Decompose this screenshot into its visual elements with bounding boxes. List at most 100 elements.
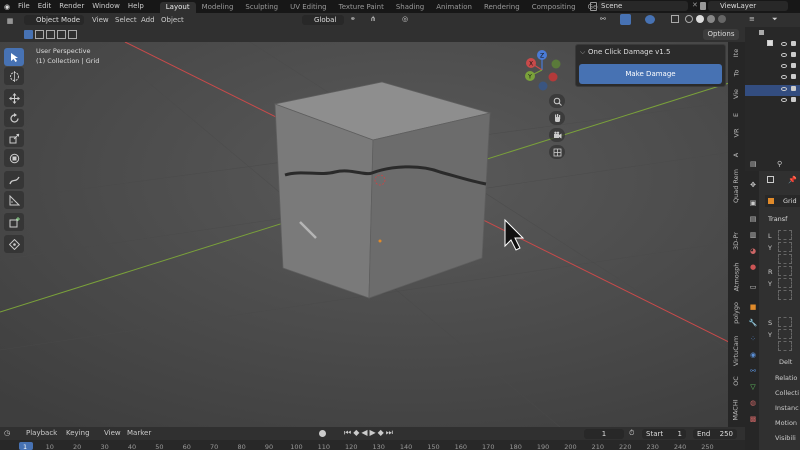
pivot-point-icon[interactable]: ⚭: [350, 15, 356, 23]
menu-view[interactable]: View: [88, 14, 113, 27]
menu-file[interactable]: File: [14, 0, 34, 13]
3d-viewport[interactable]: Z X Y: [0, 42, 745, 427]
location-z-field[interactable]: [778, 254, 792, 264]
start-frame-field[interactable]: Start 1: [642, 429, 686, 439]
close-icon[interactable]: ✕: [692, 1, 698, 9]
tab-e[interactable]: E: [729, 108, 743, 122]
relations-section[interactable]: Relatio: [775, 374, 797, 382]
menu-help[interactable]: Help: [124, 0, 148, 13]
tab-quad-remesher[interactable]: Quad Rem: [729, 166, 743, 206]
workspace-tab-compositing[interactable]: Compositing: [526, 2, 582, 13]
scene-properties-icon[interactable]: ◕: [748, 246, 758, 256]
search-icon[interactable]: ⚲: [777, 160, 782, 168]
select-extend-icon[interactable]: [35, 30, 44, 39]
material-properties-icon[interactable]: ◍: [748, 398, 758, 408]
view-layer-properties-icon[interactable]: ▥: [748, 230, 758, 240]
zoom-icon[interactable]: [549, 94, 565, 108]
tool-properties-icon[interactable]: ✥: [748, 180, 758, 190]
pin-icon[interactable]: 📌: [788, 176, 797, 184]
rotate-tool-icon[interactable]: [4, 109, 24, 127]
timeline-editor-icon[interactable]: ◷: [4, 429, 10, 437]
properties-editor-icon[interactable]: ▤: [750, 160, 757, 168]
measure-tool-icon[interactable]: [4, 191, 24, 209]
select-new-icon[interactable]: [24, 30, 33, 39]
physics-properties-icon[interactable]: ◉: [748, 350, 758, 360]
menu-object[interactable]: Object: [157, 14, 188, 27]
scene-selector[interactable]: Scene: [598, 1, 688, 11]
constraints-properties-icon[interactable]: ⚯: [748, 366, 758, 376]
make-damage-button[interactable]: Make Damage: [579, 64, 722, 84]
workspace-tab-sculpting[interactable]: Sculpting: [239, 2, 284, 13]
tab-a[interactable]: A: [729, 148, 743, 162]
delta-transform-section[interactable]: Delt: [779, 358, 792, 366]
xray-toggle-icon[interactable]: [671, 15, 679, 23]
object-name-field[interactable]: Grid: [783, 197, 797, 205]
eye-icon[interactable]: [781, 64, 787, 68]
menu-marker[interactable]: Marker: [123, 427, 155, 440]
workspace-tab-shading[interactable]: Shading: [390, 2, 430, 13]
annotate-tool-icon[interactable]: [4, 171, 24, 189]
move-tool-icon[interactable]: [4, 89, 24, 107]
instancing-section[interactable]: Instanc: [775, 404, 799, 412]
wireframe-shading-icon[interactable]: [685, 15, 693, 23]
scale-z-field[interactable]: [778, 341, 792, 351]
tab-polygon[interactable]: polygo: [729, 298, 743, 328]
snap-icon[interactable]: ⋔: [370, 15, 376, 23]
particles-properties-icon[interactable]: ⁘: [748, 334, 758, 344]
tab-tool[interactable]: To: [729, 64, 743, 82]
filter-icon[interactable]: ⏷: [772, 15, 778, 24]
menu-playback[interactable]: Playback: [22, 427, 61, 440]
select-subtract-icon[interactable]: [46, 30, 55, 39]
texture-properties-icon[interactable]: ▩: [748, 414, 758, 424]
menu-keying[interactable]: Keying: [62, 427, 94, 440]
mode-selector[interactable]: Object Mode: [24, 15, 84, 25]
material-shading-icon[interactable]: [707, 15, 715, 23]
chevron-down-icon[interactable]: ⌵: [580, 48, 585, 57]
menu-timeline-view[interactable]: View: [100, 427, 125, 440]
workspace-tab-rendering[interactable]: Rendering: [478, 2, 526, 13]
menu-window[interactable]: Window: [88, 0, 124, 13]
camera-icon[interactable]: [791, 74, 796, 79]
select-intersect-icon[interactable]: [68, 30, 77, 39]
visibility-icon[interactable]: ⚯: [600, 15, 606, 23]
solid-shading-icon[interactable]: [696, 15, 704, 23]
pan-hand-icon[interactable]: [549, 111, 565, 125]
add-cube-tool-icon[interactable]: [4, 213, 24, 231]
edit-tool-icon[interactable]: [4, 235, 24, 253]
transform-orientation-selector[interactable]: Global: [302, 15, 344, 25]
data-properties-icon[interactable]: ▽: [748, 382, 758, 392]
visibility-section[interactable]: Visibili: [775, 434, 796, 442]
eye-icon[interactable]: [781, 53, 787, 57]
camera-view-icon[interactable]: [549, 128, 565, 142]
options-button[interactable]: Options: [703, 29, 739, 40]
camera-icon[interactable]: [791, 52, 796, 57]
eye-icon[interactable]: [781, 87, 787, 91]
gizmo-toggle-icon[interactable]: [620, 14, 631, 25]
tab-view[interactable]: Vie: [729, 84, 743, 104]
menu-edit[interactable]: Edit: [34, 0, 56, 13]
select-box-tool-icon[interactable]: [4, 48, 24, 66]
cursor-tool-icon[interactable]: [4, 67, 24, 85]
tab-item[interactable]: Ite: [729, 44, 743, 62]
tab-3d-print[interactable]: 3D-Pr: [729, 226, 743, 256]
modifier-properties-icon[interactable]: 🔧: [748, 318, 758, 328]
tab-oc[interactable]: OC: [729, 374, 743, 388]
scale-tool-icon[interactable]: [4, 129, 24, 147]
motion-paths-section[interactable]: Motion: [775, 419, 797, 427]
scene-icon[interactable]: [590, 2, 597, 11]
rotation-y-field[interactable]: [778, 278, 792, 288]
eye-icon[interactable]: [781, 75, 787, 79]
end-frame-field[interactable]: End 250: [693, 429, 737, 439]
transform-panel-header[interactable]: Transf: [768, 215, 787, 223]
record-icon[interactable]: [319, 430, 326, 437]
editor-type-icon[interactable]: ▦: [0, 17, 20, 25]
view-layer-selector[interactable]: ViewLayer: [708, 1, 788, 11]
menu-render[interactable]: Render: [55, 0, 88, 13]
workspace-tab-uv-editing[interactable]: UV Editing: [284, 2, 333, 13]
collections-section[interactable]: Collecti: [775, 389, 799, 397]
overlay-toggle-icon[interactable]: [645, 15, 655, 24]
object-properties-icon[interactable]: ■: [748, 302, 758, 312]
rotation-x-field[interactable]: [778, 266, 792, 276]
eye-icon[interactable]: [781, 42, 787, 46]
clock-icon[interactable]: ⏱: [629, 429, 634, 438]
